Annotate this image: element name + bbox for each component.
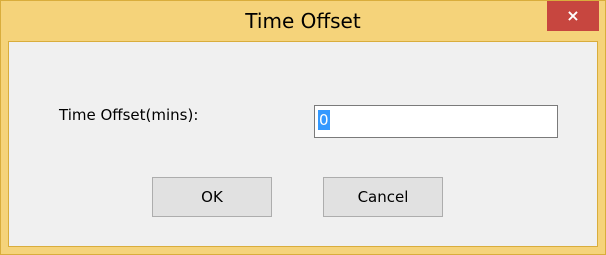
ok-button[interactable]: OK <box>152 177 272 217</box>
dialog-body: Time Offset(mins): 0 OK Cancel <box>8 41 598 247</box>
close-button[interactable]: × <box>547 1 599 31</box>
time-offset-input[interactable]: 0 <box>314 105 558 138</box>
cancel-button[interactable]: Cancel <box>323 177 443 217</box>
close-icon: × <box>566 6 580 25</box>
time-offset-value: 0 <box>318 110 330 130</box>
title-bar[interactable]: Time Offset × <box>1 1 605 41</box>
time-offset-label: Time Offset(mins): <box>59 106 199 124</box>
window-title: Time Offset <box>245 9 361 33</box>
dialog-window: Time Offset × Time Offset(mins): 0 OK Ca… <box>0 0 606 255</box>
